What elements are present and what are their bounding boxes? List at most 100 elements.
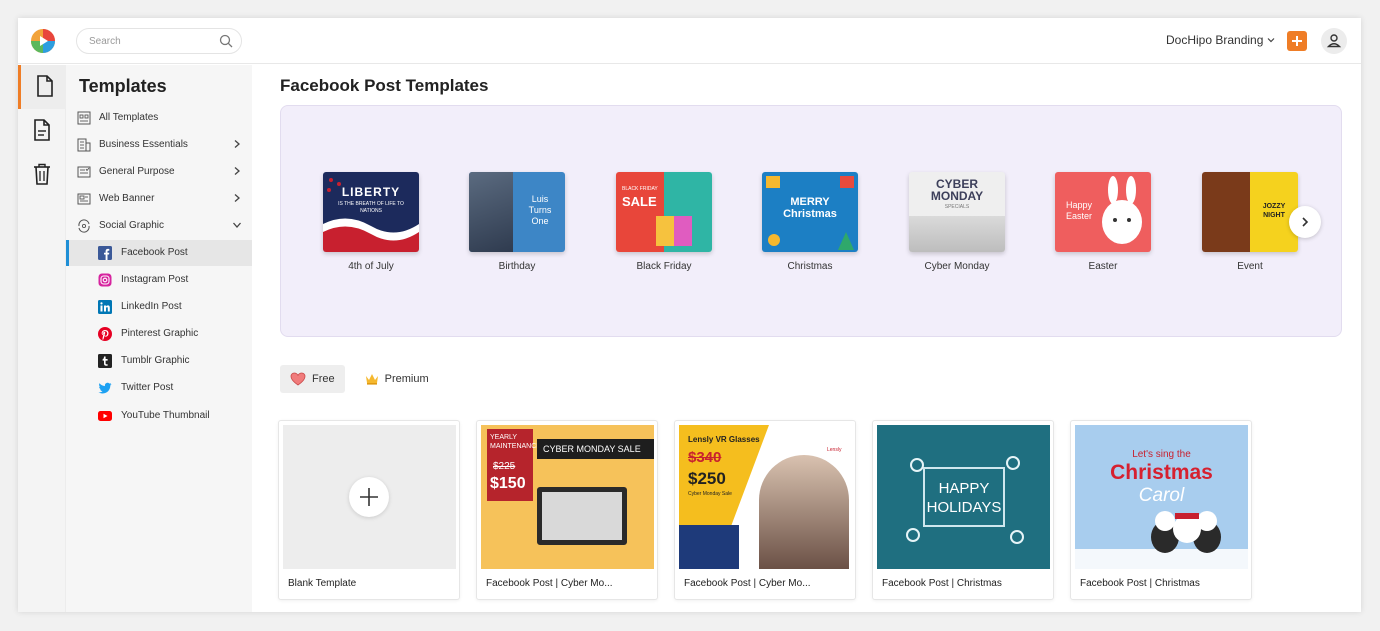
chevron-down-icon — [233, 222, 241, 228]
snowflakes-decor — [906, 456, 1024, 544]
sidebar-item-label: Instagram Post — [121, 274, 189, 285]
category-card[interactable]: JOZZY NIGHT Event — [1202, 172, 1298, 272]
trash-icon — [34, 163, 50, 185]
sidebar-item-tumblr-graphic[interactable]: Tumblr Graphic — [66, 348, 252, 374]
template-caption: Facebook Post | Cyber Mo... — [486, 578, 613, 589]
template-card[interactable]: YEARLY MAINTENANCE $225 $150 CYBER MONDA… — [476, 420, 658, 600]
preview-new-price: $250 — [688, 469, 726, 488]
laptop-illustration — [537, 487, 627, 545]
brand-menu[interactable]: DocHipo Branding — [1166, 33, 1275, 47]
sidebar-item-instagram-post[interactable]: Instagram Post — [66, 267, 252, 293]
carolers-illustration — [1151, 511, 1221, 553]
carousel-next-button[interactable] — [1289, 206, 1321, 238]
pricing-filters: Free Premium — [280, 365, 439, 393]
chevron-right-icon — [234, 167, 240, 175]
templates-sidebar: Templates All Templates Business Essenti… — [66, 65, 252, 612]
sidebar-item-linkedin-post[interactable]: LinkedIn Post — [66, 294, 252, 320]
social-icon — [78, 219, 90, 233]
filter-label: Premium — [384, 373, 429, 385]
sidebar-item-youtube-thumbnail[interactable]: YouTube Thumbnail — [66, 403, 252, 429]
baby-photo — [469, 172, 513, 252]
rail-templates[interactable] — [18, 65, 66, 109]
category-card[interactable]: LIBERTY IS THE BREATH OF LIFE TO NATIONS… — [323, 172, 419, 272]
grid-icon — [77, 111, 91, 125]
preview-tag: Lensly VR Glasses — [688, 435, 760, 444]
template-card[interactable]: Let's sing the Christmas Carol Facebook … — [1070, 420, 1252, 600]
template-caption: Facebook Post | Cyber Mo... — [684, 578, 811, 589]
facebook-icon — [98, 246, 112, 260]
category-thumbnail: LIBERTY IS THE BREATH OF LIFE TO NATIONS — [323, 172, 419, 252]
sidebar-item-label: General Purpose — [99, 166, 175, 177]
category-thumb-subtitle: BLACK FRIDAY — [622, 186, 658, 192]
file-text-icon — [34, 119, 50, 141]
search-box — [76, 28, 242, 54]
template-caption: Facebook Post | Christmas — [1080, 578, 1200, 589]
building-icon — [77, 138, 91, 152]
blue-stripe — [679, 525, 739, 569]
tumblr-icon — [98, 354, 112, 368]
search-input[interactable] — [89, 34, 209, 49]
christmas-decor — [766, 176, 854, 250]
page-title: Facebook Post Templates — [280, 76, 489, 95]
sidebar-item-label: Social Graphic — [99, 220, 165, 231]
rail-trash[interactable] — [18, 153, 66, 197]
template-preview: YEARLY MAINTENANCE $225 $150 CYBER MONDA… — [481, 425, 654, 569]
category-thumbnail: BLACK FRIDAY SALE — [616, 172, 712, 252]
dochipo-logo-icon[interactable] — [30, 28, 56, 54]
category-label: Easter — [1088, 261, 1118, 272]
plus-icon — [1292, 36, 1302, 46]
rail-documents[interactable] — [18, 109, 66, 153]
preview-old-price: $225 — [493, 461, 516, 472]
sidebar-item-general-purpose[interactable]: General Purpose — [66, 159, 252, 185]
category-card[interactable]: Happy Easter Easter — [1055, 172, 1151, 272]
sidebar-item-social-graphic[interactable]: Social Graphic — [66, 213, 252, 239]
create-blank-button[interactable] — [349, 477, 389, 517]
category-thumb-title: Luis Turns One — [528, 194, 552, 226]
sidebar-item-web-banner[interactable]: Web Banner — [66, 186, 252, 212]
category-label: Birthday — [498, 261, 536, 272]
template-card[interactable]: Lensly VR Glasses $340 $250 Cyber Monday… — [674, 420, 856, 600]
template-card-blank[interactable]: Blank Template — [278, 420, 460, 600]
pinterest-icon — [98, 327, 112, 341]
category-thumbnail: Luis Turns One — [469, 172, 565, 252]
room-photo — [909, 216, 1005, 252]
linkedin-icon — [98, 300, 112, 314]
search-icon[interactable] — [219, 34, 233, 48]
category-thumbnail: Happy Easter — [1055, 172, 1151, 252]
sidebar-item-facebook-post[interactable]: Facebook Post — [66, 240, 252, 266]
category-carousel: LIBERTY IS THE BREATH OF LIFE TO NATIONS… — [280, 105, 1342, 337]
filter-free[interactable]: Free — [280, 365, 345, 393]
app-window: DocHipo Branding Templates All Templates — [18, 18, 1361, 612]
category-card[interactable]: Luis Turns One Birthday — [469, 172, 565, 272]
filter-premium[interactable]: Premium — [355, 365, 439, 393]
category-thumbnail: MERRY Christmas — [762, 172, 858, 252]
blank-template-preview — [283, 425, 456, 569]
preview-headline: CYBER MONDAY SALE — [543, 444, 641, 454]
preview-brand: Lensly — [827, 447, 842, 453]
add-button[interactable] — [1287, 31, 1307, 51]
sidebar-item-label: Web Banner — [99, 193, 155, 204]
template-preview: Let's sing the Christmas Carol — [1075, 425, 1248, 569]
sidebar-item-label: LinkedIn Post — [121, 301, 182, 312]
sidebar-item-business-essentials[interactable]: Business Essentials — [66, 132, 252, 158]
category-label: Event — [1237, 261, 1263, 272]
card-icon — [77, 166, 91, 178]
youtube-icon — [98, 411, 112, 421]
template-card[interactable]: HAPPY HOLIDAYS Facebook Post | Christmas — [872, 420, 1054, 600]
user-avatar[interactable] — [1321, 28, 1347, 54]
filter-label: Free — [312, 373, 335, 385]
sidebar-item-twitter-post[interactable]: Twitter Post — [66, 375, 252, 401]
sidebar-item-label: Pinterest Graphic — [121, 328, 199, 339]
heart-icon — [290, 372, 306, 386]
sidebar-item-label: Business Essentials — [99, 139, 188, 150]
sidebar-item-all-templates[interactable]: All Templates — [66, 105, 252, 131]
shopping-bags — [656, 216, 692, 246]
sidebar-item-label: YouTube Thumbnail — [121, 410, 210, 421]
sidebar-item-pinterest-graphic[interactable]: Pinterest Graphic — [66, 321, 252, 347]
category-card[interactable]: CYBER MONDAY SPECIALS Cyber Monday — [909, 172, 1005, 272]
category-thumb-title: CYBER MONDAY — [930, 177, 984, 203]
category-card[interactable]: BLACK FRIDAY SALE Black Friday — [616, 172, 712, 272]
sidebar-item-label: Twitter Post — [121, 382, 174, 393]
category-card[interactable]: MERRY Christmas Christmas — [762, 172, 858, 272]
user-icon — [1326, 34, 1342, 48]
